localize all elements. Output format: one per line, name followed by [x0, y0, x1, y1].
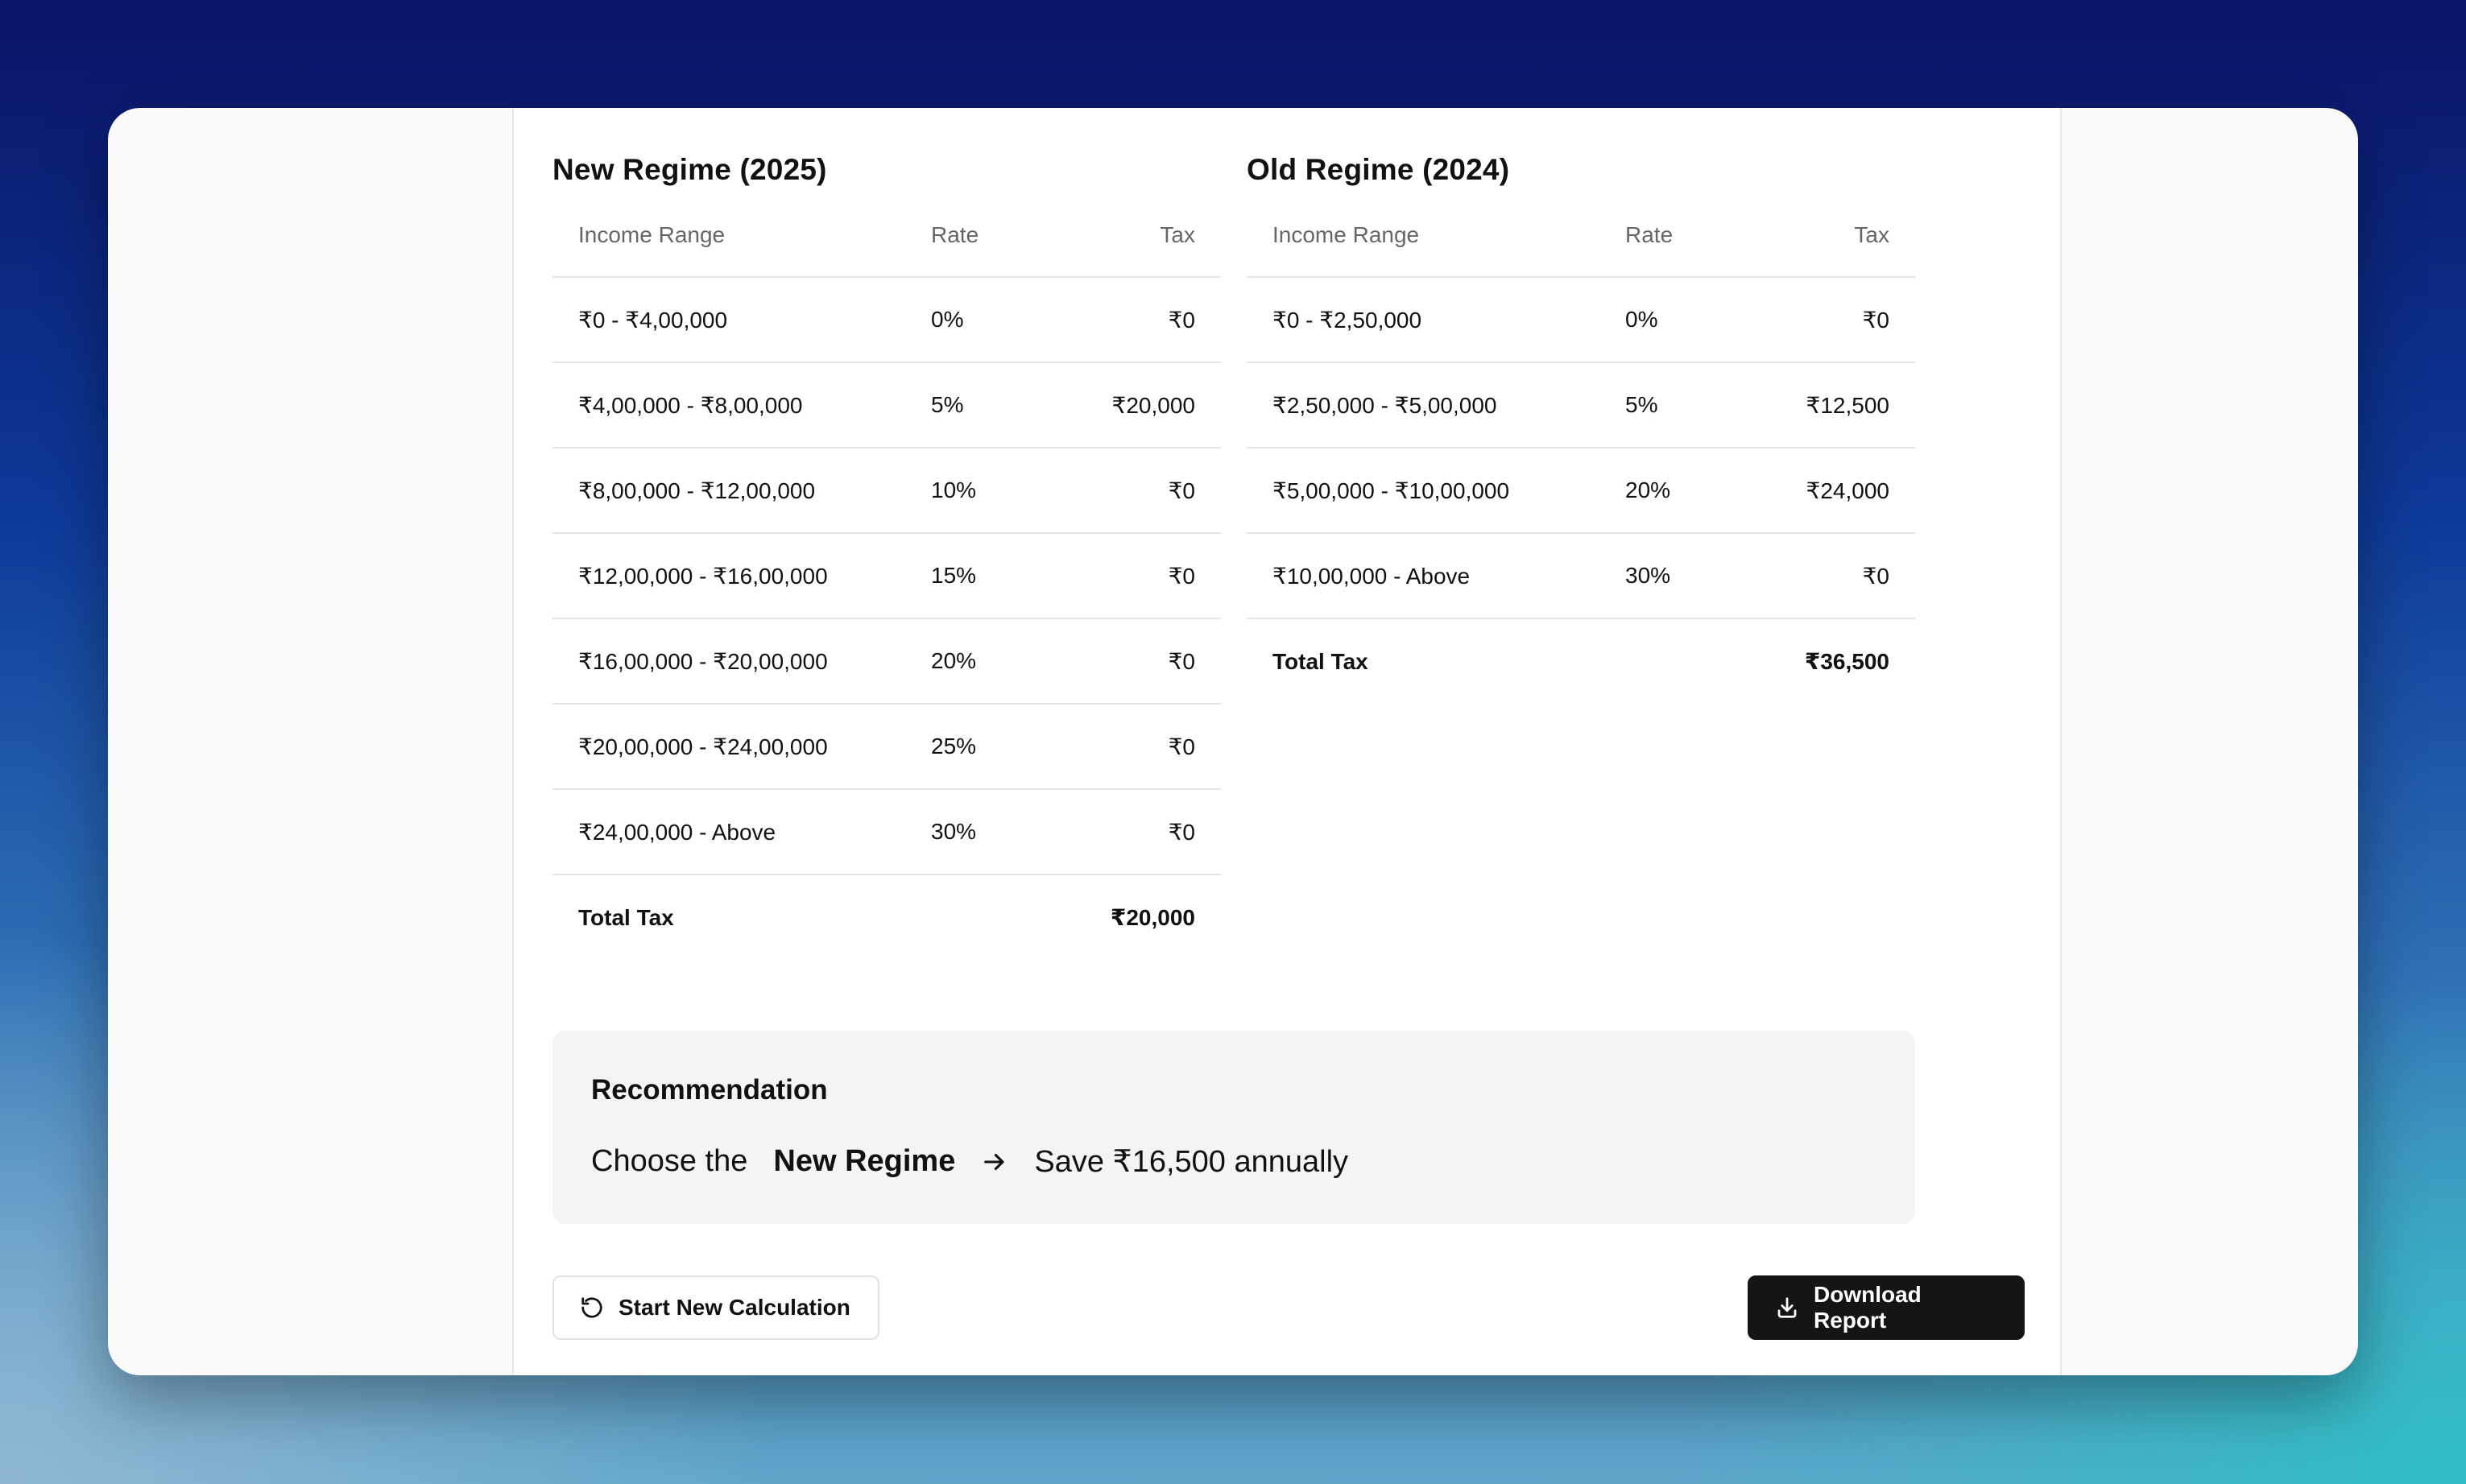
header-tax: Tax — [1854, 221, 1889, 247]
table-row: ₹20,00,000 - ₹24,00,000 25% ₹0 — [552, 704, 1221, 789]
total-tax-label: Total Tax — [578, 904, 674, 930]
rate-cell: 20% — [1625, 477, 1671, 502]
table-header-row: Income Range Rate Tax — [552, 193, 1221, 277]
refresh-icon — [580, 1296, 604, 1320]
download-icon — [1775, 1296, 1799, 1320]
download-report-label: Download Report — [1814, 1282, 1922, 1333]
total-tax-row: Total Tax ₹20,000 — [552, 874, 1221, 960]
header-income-range: Income Range — [578, 221, 726, 247]
rate-cell: 0% — [931, 307, 964, 332]
tax-cell: ₹0 — [1168, 734, 1195, 759]
app-window: New Regime (2025) Income Range Rate Tax … — [108, 108, 2358, 1375]
table-row: ₹0 - ₹4,00,000 0% ₹0 — [552, 277, 1221, 362]
table-row: ₹2,50,000 - ₹5,00,000 5% ₹12,500 — [1247, 362, 1915, 448]
recommended-regime: New Regime — [773, 1144, 956, 1178]
total-tax-label: Total Tax — [1272, 648, 1368, 674]
header-rate: Rate — [1625, 221, 1674, 247]
income-range-cell: ₹2,50,000 - ₹5,00,000 — [1272, 392, 1497, 418]
start-new-calculation-button[interactable]: Start New Calculation — [552, 1275, 879, 1340]
new-regime-title: New Regime (2025) — [552, 153, 827, 186]
table-header-row: Income Range Rate Tax — [1247, 193, 1915, 277]
rate-cell: 25% — [931, 734, 977, 759]
income-range-cell: ₹8,00,000 - ₹12,00,000 — [578, 477, 816, 503]
header-tax: Tax — [1160, 221, 1195, 247]
download-report-button[interactable]: Download Report — [1748, 1275, 2025, 1340]
tax-cell: ₹0 — [1168, 477, 1195, 503]
table-row: ₹8,00,000 - ₹12,00,000 10% ₹0 — [552, 448, 1221, 533]
rate-cell: 5% — [931, 392, 964, 417]
tax-cell: ₹12,500 — [1806, 392, 1889, 418]
income-range-cell: ₹0 - ₹4,00,000 — [578, 307, 728, 333]
tax-cell: ₹24,000 — [1806, 477, 1889, 503]
tax-cell: ₹20,000 — [1111, 392, 1195, 418]
tax-cell: ₹0 — [1168, 648, 1195, 674]
rate-cell: 20% — [931, 648, 977, 673]
table-row: ₹10,00,000 - Above 30% ₹0 — [1247, 533, 1915, 618]
table-row: ₹24,00,000 - Above 30% ₹0 — [552, 789, 1221, 874]
results-panel: New Regime (2025) Income Range Rate Tax … — [512, 108, 2062, 1375]
total-rate-empty — [1625, 618, 1778, 704]
start-new-calculation-label: Start New Calculation — [619, 1295, 850, 1320]
table-row: ₹5,00,000 - ₹10,00,000 20% ₹24,000 — [1247, 448, 1915, 533]
new-regime-table: Income Range Rate Tax ₹0 - ₹4,00,000 0% … — [552, 193, 1221, 960]
total-tax-value: ₹20,000 — [1110, 905, 1195, 930]
old-regime-table: Income Range Rate Tax ₹0 - ₹2,50,000 0% … — [1247, 193, 1915, 704]
income-range-cell: ₹4,00,000 - ₹8,00,000 — [578, 392, 803, 418]
old-regime-title: Old Regime (2024) — [1247, 153, 1510, 186]
tax-cell: ₹0 — [1862, 307, 1889, 333]
arrow-right-icon — [981, 1148, 1008, 1176]
tax-cell: ₹0 — [1168, 563, 1195, 589]
income-range-cell: ₹20,00,000 - ₹24,00,000 — [578, 734, 828, 759]
income-range-cell: ₹10,00,000 - Above — [1272, 563, 1471, 589]
income-range-cell: ₹0 - ₹2,50,000 — [1272, 307, 1422, 333]
recommendation-title: Recommendation — [591, 1074, 828, 1106]
total-tax-value: ₹36,500 — [1804, 649, 1889, 674]
income-range-cell: ₹16,00,000 - ₹20,00,000 — [578, 648, 828, 674]
rate-cell: 15% — [931, 563, 977, 588]
header-income-range: Income Range — [1272, 221, 1420, 247]
header-rate: Rate — [931, 221, 979, 247]
recommendation-card: Recommendation Choose the New Regime Sav… — [552, 1031, 1915, 1224]
rate-cell: 0% — [1625, 307, 1658, 332]
table-row: ₹4,00,000 - ₹8,00,000 5% ₹20,000 — [552, 362, 1221, 448]
tax-cell: ₹0 — [1862, 563, 1889, 589]
rate-cell: 10% — [931, 477, 977, 502]
table-row: ₹0 - ₹2,50,000 0% ₹0 — [1247, 277, 1915, 362]
recommendation-prefix: Choose the — [591, 1144, 748, 1178]
total-tax-row: Total Tax ₹36,500 — [1247, 618, 1915, 704]
income-range-cell: ₹24,00,000 - Above — [578, 819, 776, 845]
table-row: ₹16,00,000 - ₹20,00,000 20% ₹0 — [552, 618, 1221, 704]
rate-cell: 30% — [1625, 563, 1671, 588]
table-row: ₹12,00,000 - ₹16,00,000 15% ₹0 — [552, 533, 1221, 618]
rate-cell: 30% — [931, 819, 977, 844]
tax-cell: ₹0 — [1168, 819, 1195, 845]
rate-cell: 5% — [1625, 392, 1658, 417]
income-range-cell: ₹12,00,000 - ₹16,00,000 — [578, 563, 828, 589]
savings-text: Save ₹16,500 annually — [1034, 1145, 1349, 1179]
income-range-cell: ₹5,00,000 - ₹10,00,000 — [1272, 477, 1510, 503]
tax-cell: ₹0 — [1168, 307, 1195, 333]
total-rate-empty — [931, 874, 1084, 960]
recommendation-line: Choose the New Regime Save ₹16,500 annua… — [591, 1143, 1348, 1180]
